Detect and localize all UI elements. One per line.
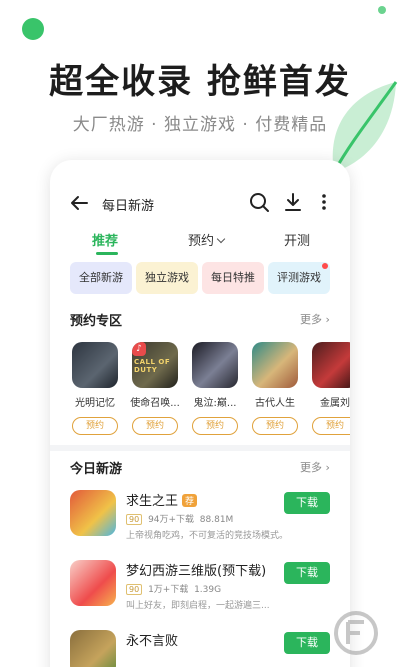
- reserve-section-title: 预约专区: [70, 314, 123, 329]
- badge-icon: ♪: [132, 342, 146, 356]
- reserve-item[interactable]: 鬼泣:巅... 预约: [190, 342, 240, 435]
- reserve-more-label: 更多: [300, 313, 322, 326]
- game-meta: 90 1万+下载 1.39G: [126, 582, 221, 595]
- section-divider: [50, 445, 350, 451]
- game-list-item[interactable]: 求生之王荐 90 94万+下载 88.81M 上帝视角吃鸡，不可复活的竞技场模式…: [70, 490, 340, 550]
- game-description: 叫上好友，即刻启程，一起游遍三...: [126, 601, 270, 611]
- reserve-list: 光明记忆 预约 ♪ CALL OF DUTY 使命召唤... 预约 鬼泣:巅..…: [70, 342, 350, 435]
- game-name: 古代人生: [255, 398, 295, 409]
- file-size: 88.81M: [199, 515, 234, 525]
- phone-frame: 每日新游 推荐 预约 开测 全部新游 独立游戏 每日特推 评测游戏 预约专区 更…: [50, 160, 350, 667]
- game-cover: [312, 342, 350, 388]
- game-cover: [192, 342, 238, 388]
- reserve-button[interactable]: 预约: [312, 417, 350, 435]
- decor-dot-small: [378, 6, 386, 14]
- game-description: 上帝视角吃鸡，不可复活的竞技场模式。: [126, 531, 289, 541]
- search-icon[interactable]: [248, 191, 270, 213]
- tab-underline: [96, 252, 118, 255]
- reserve-item[interactable]: 光明记忆 预约: [70, 342, 120, 435]
- reserve-button[interactable]: 预约: [132, 417, 178, 435]
- reserve-button[interactable]: 预约: [252, 417, 298, 435]
- game-name: 光明记忆: [75, 398, 115, 409]
- game-cover: ♪ CALL OF DUTY: [132, 342, 178, 388]
- watermark-logo-icon: [334, 611, 378, 655]
- tab-reserve[interactable]: 预约: [188, 230, 226, 249]
- grade-badge: 90: [126, 514, 143, 525]
- reserve-button[interactable]: 预约: [72, 417, 118, 435]
- notification-dot: [322, 263, 328, 269]
- download-button[interactable]: 下载: [284, 562, 330, 584]
- game-icon: [70, 560, 116, 606]
- game-title: 永不言败: [126, 634, 179, 649]
- game-list-item[interactable]: 梦幻西游三维版(预下载) 90 1万+下载 1.39G 叫上好友，即刻启程，一起…: [70, 560, 340, 620]
- tab-bar: 推荐 预约 开测: [50, 226, 350, 255]
- chip-reviewed[interactable]: 评测游戏: [268, 262, 330, 294]
- chip-reviewed-label: 评测游戏: [277, 271, 321, 284]
- promo-headline: 超全收录 抢鲜首发: [49, 62, 351, 102]
- decor-dot: [22, 18, 44, 40]
- game-cover: [72, 342, 118, 388]
- file-size: 1.39G: [194, 585, 222, 595]
- game-name: 金属刘: [320, 398, 350, 409]
- download-button[interactable]: 下载: [284, 632, 330, 654]
- more-vertical-icon[interactable]: [316, 191, 332, 213]
- download-count: 1万+下载: [148, 585, 189, 595]
- download-icon[interactable]: [282, 191, 304, 213]
- app-header: 每日新游: [50, 188, 350, 218]
- game-title: 梦幻西游三维版(预下载): [126, 564, 267, 579]
- download-count: 94万+下载: [148, 515, 195, 525]
- game-cover: [252, 342, 298, 388]
- today-section-title: 今日新游: [70, 462, 123, 477]
- category-chips: 全部新游 独立游戏 每日特推 评测游戏: [70, 262, 350, 294]
- page-title: 每日新游: [102, 199, 155, 214]
- chip-indie[interactable]: 独立游戏: [136, 262, 198, 294]
- chip-all-new[interactable]: 全部新游: [70, 262, 132, 294]
- reserve-more-link[interactable]: 更多 ›: [300, 311, 330, 327]
- reserve-item[interactable]: 古代人生 预约: [250, 342, 300, 435]
- back-arrow-icon[interactable]: [68, 192, 90, 214]
- game-icon: [70, 490, 116, 536]
- game-icon: [70, 630, 116, 667]
- reserve-button[interactable]: 预约: [192, 417, 238, 435]
- game-title: 求生之王荐: [126, 490, 198, 509]
- game-name: 使命召唤...: [130, 398, 180, 409]
- tab-recommend[interactable]: 推荐: [92, 230, 118, 249]
- game-title-text: 求生之王: [126, 494, 179, 509]
- game-list-item[interactable]: 永不言败 下载: [70, 630, 340, 667]
- tab-test[interactable]: 开测: [284, 230, 310, 249]
- grade-badge: 90: [126, 584, 143, 595]
- reserve-item[interactable]: 金属刘 预约: [310, 342, 350, 435]
- game-meta: 90 94万+下载 88.81M: [126, 512, 233, 525]
- chip-daily-pick[interactable]: 每日特推: [202, 262, 264, 294]
- download-button[interactable]: 下载: [284, 492, 330, 514]
- recommend-tag: 荐: [182, 494, 198, 507]
- today-more-link[interactable]: 更多 ›: [300, 459, 330, 475]
- game-name: 鬼泣:巅...: [193, 398, 237, 409]
- cover-title: CALL OF DUTY: [134, 358, 171, 374]
- promo-subline: 大厂热游 · 独立游戏 · 付费精品: [72, 115, 328, 135]
- chevron-down-icon: [216, 234, 226, 244]
- today-more-label: 更多: [300, 461, 322, 474]
- tab-reserve-label: 预约: [188, 234, 215, 249]
- reserve-item[interactable]: ♪ CALL OF DUTY 使命召唤... 预约: [130, 342, 180, 435]
